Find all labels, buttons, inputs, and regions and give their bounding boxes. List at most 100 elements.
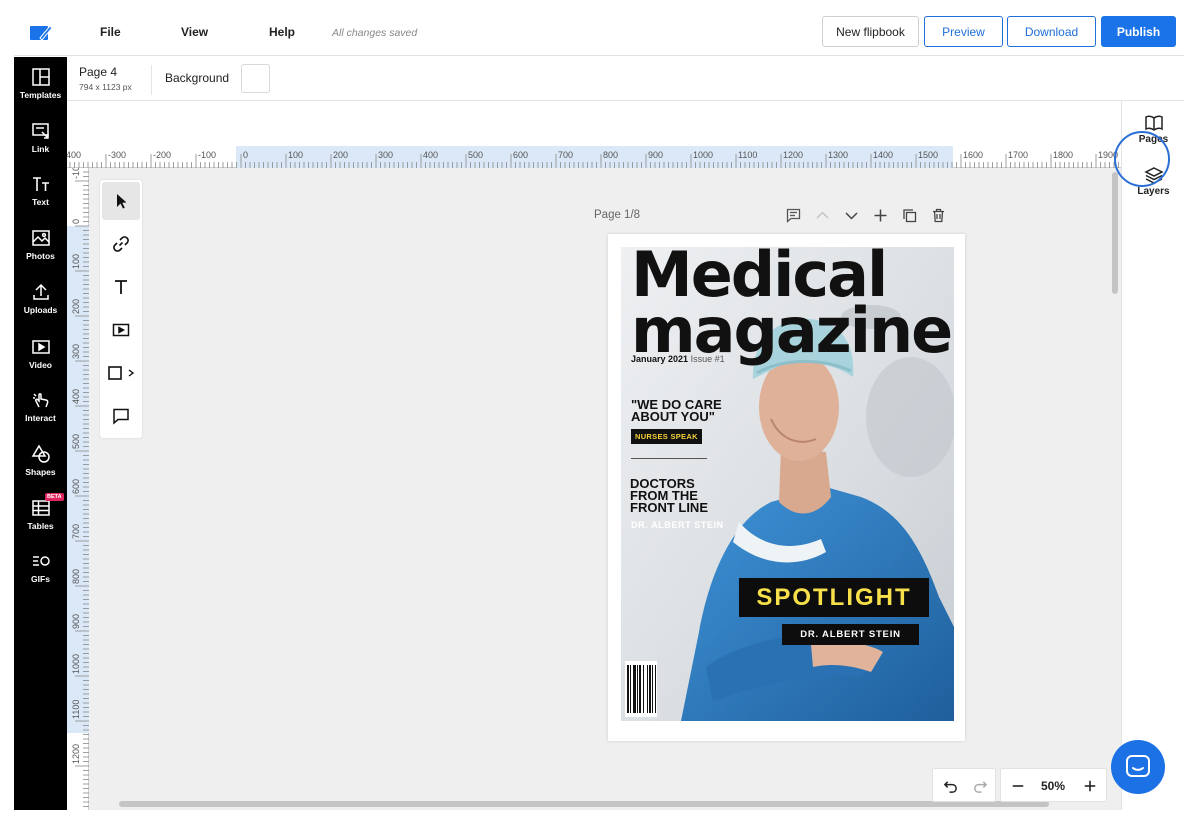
link-tool[interactable]: [102, 225, 140, 263]
sidebar-label: Uploads: [23, 305, 58, 315]
video-tool[interactable]: [102, 311, 140, 349]
sidebar-item-shapes[interactable]: Shapes: [14, 444, 67, 494]
text-tool-icon: [115, 280, 127, 294]
link-tool-icon: [113, 236, 129, 252]
chat-support-button[interactable]: [1111, 740, 1165, 794]
ruler-label: 700: [558, 150, 573, 160]
ruler-label: 1000: [693, 150, 713, 160]
sidebar-item-templates[interactable]: Templates: [14, 67, 67, 117]
page-sheet[interactable]: Medical magazine January 2021 Issue #1 "…: [608, 234, 965, 741]
ruler-label: -400: [67, 150, 81, 160]
page-dimensions: 794 x 1123 px: [79, 82, 132, 92]
video-icon: [31, 340, 50, 354]
new-flipbook-button[interactable]: New flipbook: [822, 16, 919, 47]
move-down-icon: [845, 212, 858, 220]
publish-button[interactable]: Publish: [1101, 16, 1176, 47]
ruler-label: -200: [153, 150, 171, 160]
cover-date-text: January 2021: [631, 354, 689, 364]
app-logo-icon[interactable]: [30, 24, 52, 41]
sidebar-item-uploads[interactable]: Uploads: [14, 282, 67, 332]
interact-icon: [32, 393, 48, 408]
beta-badge: BETA: [45, 493, 64, 501]
menu-file[interactable]: File: [100, 25, 121, 39]
ruler-label: 800: [71, 569, 81, 584]
ruler-label: 0: [243, 150, 248, 160]
sidebar-item-video[interactable]: Video: [14, 337, 67, 387]
gifs-icon: [32, 556, 50, 566]
ruler-label: 0: [71, 219, 81, 224]
barcode-bar: [630, 665, 631, 713]
tables-icon: [31, 500, 50, 516]
page-actions: [779, 208, 953, 224]
ruler-label: 1200: [783, 150, 803, 160]
horizontal-scrollbar[interactable]: [119, 801, 1049, 807]
background-label: Background: [165, 71, 230, 85]
ruler-label: 200: [333, 150, 348, 160]
zoom-in-button[interactable]: [1081, 777, 1099, 795]
menu-view[interactable]: View: [181, 25, 208, 39]
ruler-label: 1600: [963, 150, 983, 160]
cover-story-line3: FRONT LINE: [630, 500, 708, 515]
sidebar-item-gifs[interactable]: GIFs: [14, 551, 67, 601]
ruler-label: 1800: [1053, 150, 1073, 160]
sidebar-item-text[interactable]: Text: [14, 174, 67, 224]
cover-story-author: DR. ALBERT STEIN: [631, 520, 724, 530]
preview-button[interactable]: Preview: [924, 16, 1003, 47]
delete-icon: [933, 208, 944, 223]
ruler-label: 500: [71, 434, 81, 449]
undo-button[interactable]: [941, 777, 959, 795]
redo-icon: [973, 780, 987, 793]
background-color-swatch[interactable]: [241, 64, 270, 93]
ruler-label: 1400: [873, 150, 893, 160]
duplicate-icon: [903, 209, 917, 223]
barcode-bar: [637, 665, 638, 713]
magazine-cover[interactable]: Medical magazine January 2021 Issue #1 "…: [621, 247, 954, 721]
move-page-up-button[interactable]: [808, 208, 837, 224]
plus-icon: [1084, 780, 1096, 792]
download-button[interactable]: Download: [1007, 16, 1096, 47]
barcode-bar: [627, 665, 629, 713]
ruler-label: -300: [108, 150, 126, 160]
comment-tool-icon: [113, 408, 129, 425]
redo-button[interactable]: [971, 777, 989, 795]
sidebar-item-interact[interactable]: Interact: [14, 390, 67, 440]
comment-tool[interactable]: [102, 397, 140, 435]
app-window: File View Help All changes saved New fli…: [14, 10, 1184, 810]
shape-tool[interactable]: [102, 354, 140, 392]
ruler-label: 400: [423, 150, 438, 160]
link-icon: [31, 123, 49, 139]
ruler-label: 700: [71, 524, 81, 539]
menu-help[interactable]: Help: [269, 25, 295, 39]
ruler-label: -100: [198, 150, 216, 160]
minus-icon: [1012, 785, 1024, 787]
select-tool[interactable]: [102, 182, 140, 220]
page-comment-button[interactable]: [779, 208, 808, 224]
sidebar-item-link[interactable]: Link: [14, 121, 67, 171]
spotlight-name: DR. ALBERT STEIN: [782, 624, 919, 645]
page-name: Page 4: [79, 65, 118, 79]
sidebar-label: Photos: [26, 251, 55, 261]
ruler-label: -100: [71, 168, 81, 179]
barcode-bar: [633, 665, 636, 713]
undo-icon: [943, 780, 957, 793]
photos-icon: [31, 230, 50, 246]
editor-canvas[interactable]: -400 -300 -200 -100 0 100 200 300 400 500 600 700 80…: [67, 146, 1121, 810]
zoom-out-button[interactable]: [1009, 777, 1027, 795]
sidebar-item-tables[interactable]: BETA Tables: [14, 493, 67, 548]
text-tool[interactable]: [102, 268, 140, 306]
delete-page-button[interactable]: [924, 208, 953, 224]
cover-date: January 2021 Issue #1: [631, 354, 725, 364]
vertical-scrollbar[interactable]: [1112, 172, 1118, 294]
barcode-bar: [655, 665, 656, 713]
barcode-bar: [652, 665, 653, 713]
add-page-button[interactable]: [866, 208, 895, 224]
sidebar-item-photos[interactable]: Photos: [14, 228, 67, 278]
cover-quote: "WE DO CARE ABOUT YOU": [631, 398, 722, 423]
move-page-down-button[interactable]: [837, 208, 866, 224]
left-sidebar: Templates Link Text Photos Uploads Video…: [14, 57, 67, 810]
barcode-bar: [649, 665, 651, 713]
duplicate-page-button[interactable]: [895, 208, 924, 224]
ruler-label: 1300: [828, 150, 848, 160]
chevron-right-icon: [128, 369, 135, 377]
ruler-label: 1700: [1008, 150, 1028, 160]
